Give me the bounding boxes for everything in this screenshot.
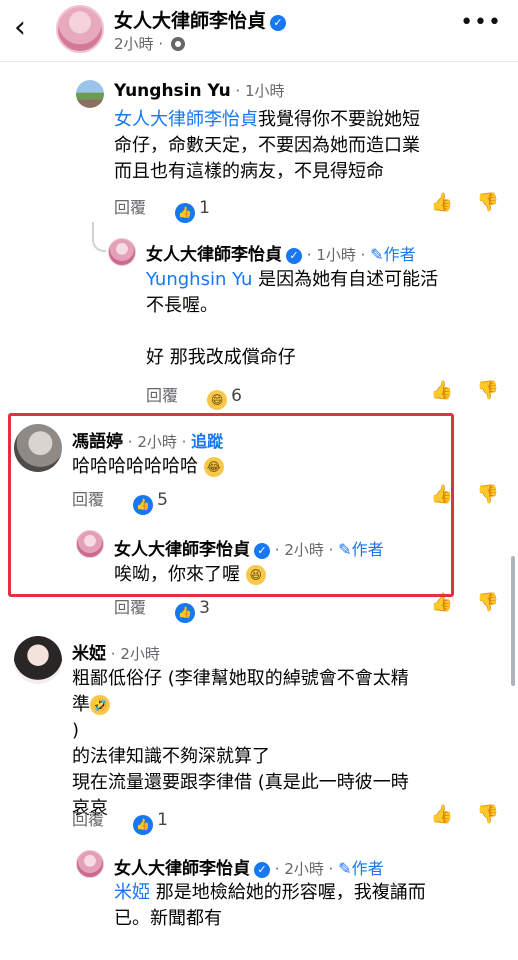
- mention-link[interactable]: 女人大律師李怡貞: [114, 109, 258, 130]
- rofl-emoji-icon: 🤣: [90, 695, 110, 715]
- haha-reaction-icon[interactable]: 😄: [207, 390, 228, 410]
- author-badge: ✎作者: [370, 245, 416, 264]
- like-reaction-icon[interactable]: 👍: [175, 203, 196, 223]
- vote-buttons: 👍 👎: [430, 380, 500, 401]
- comment-body: 女人大律師李怡貞我覺得你不要說她短 命仔，命數天定，不要因為她而造口業 而且也有…: [114, 109, 420, 182]
- comment-body: 米婭 那是地檢給她的形容喔，我複誦而 已。新聞都有: [114, 882, 426, 929]
- avatar[interactable]: [108, 238, 136, 266]
- post-time: 2小時: [114, 35, 154, 53]
- chevron-left-icon[interactable]: ‹: [14, 10, 26, 46]
- reply-button[interactable]: 回覆: [72, 810, 104, 829]
- avatar[interactable]: [14, 636, 62, 684]
- verified-icon: ✓: [254, 862, 270, 878]
- thumbs-down-icon[interactable]: 👎: [476, 192, 500, 213]
- page-avatar[interactable]: [56, 5, 104, 53]
- thumbs-down-icon[interactable]: 👎: [476, 592, 500, 613]
- author-badge: ✎作者: [338, 859, 384, 878]
- mention-link[interactable]: 米婭: [114, 882, 150, 903]
- comment-body: Yunghsin Yu 是因為她有自述可能活 不長喔。 好 那我改成償命仔: [146, 269, 439, 368]
- thumbs-down-icon[interactable]: 👎: [476, 484, 500, 505]
- reaction-count[interactable]: 3: [199, 598, 210, 618]
- reaction-count[interactable]: 1: [157, 810, 168, 830]
- like-reaction-icon[interactable]: 👍: [133, 815, 154, 835]
- comment-actions: 回覆 👍 3: [114, 594, 210, 623]
- scrollbar[interactable]: [511, 556, 515, 686]
- thumbs-down-icon[interactable]: 👎: [476, 380, 500, 401]
- comment-author[interactable]: 女人大律師李怡貞 ✓ · 1小時 · ✎作者: [146, 240, 416, 265]
- comment-actions: 回覆 👍 1: [114, 194, 210, 223]
- comment-time: 1小時: [245, 82, 285, 100]
- thumbs-up-icon[interactable]: 👍: [430, 804, 454, 825]
- comment-author[interactable]: Yunghsin Yu · 1小時: [114, 80, 285, 101]
- post-meta: 2小時 ·: [114, 33, 185, 54]
- comment-time: 2小時: [120, 645, 160, 663]
- mention-link[interactable]: Yunghsin Yu: [146, 269, 252, 290]
- verified-icon: ✓: [270, 15, 287, 31]
- avatar[interactable]: [76, 850, 104, 878]
- reply-button[interactable]: 回覆: [146, 386, 178, 405]
- thumbs-down-icon[interactable]: 👎: [476, 804, 500, 825]
- reaction-count[interactable]: 6: [231, 386, 242, 406]
- more-dots-icon[interactable]: •••: [460, 10, 502, 35]
- privacy-gear-icon[interactable]: [170, 37, 185, 51]
- reply-button[interactable]: 回覆: [114, 198, 146, 217]
- comment-author[interactable]: 米婭 · 2小時: [72, 639, 160, 664]
- thumbs-up-icon[interactable]: 👍: [430, 380, 454, 401]
- thread-line: [92, 222, 106, 252]
- page-name[interactable]: 女人大律師李怡貞: [114, 10, 266, 32]
- like-reaction-icon[interactable]: 👍: [175, 603, 196, 623]
- comment-author[interactable]: 女人大律師李怡貞 ✓ · 2小時 · ✎作者: [114, 854, 384, 879]
- avatar[interactable]: [76, 80, 104, 108]
- verified-icon: ✓: [286, 248, 302, 264]
- reply-button[interactable]: 回覆: [114, 598, 146, 617]
- comment-time: 2小時: [284, 860, 324, 878]
- post-header: ‹ 女人大律師李怡貞 ✓ 2小時 · •••: [0, 0, 518, 62]
- reaction-count[interactable]: 1: [199, 198, 210, 218]
- comment-actions: 回覆 😄 6: [146, 382, 242, 410]
- comment-body: 粗鄙低俗仔 (李律幫她取的綽號會不會太精 準 🤣 ) 的法律知識不夠深就算了 現在…: [72, 668, 409, 819]
- comment-time: 1小時: [316, 246, 356, 264]
- vote-buttons: 👍 👎: [430, 804, 500, 825]
- page-title[interactable]: 女人大律師李怡貞 ✓: [114, 6, 287, 33]
- comment-actions: 回覆 👍 1: [72, 806, 168, 835]
- highlight-box: [8, 413, 454, 597]
- vote-buttons: 👍 👎: [430, 192, 500, 213]
- thumbs-up-icon[interactable]: 👍: [430, 192, 454, 213]
